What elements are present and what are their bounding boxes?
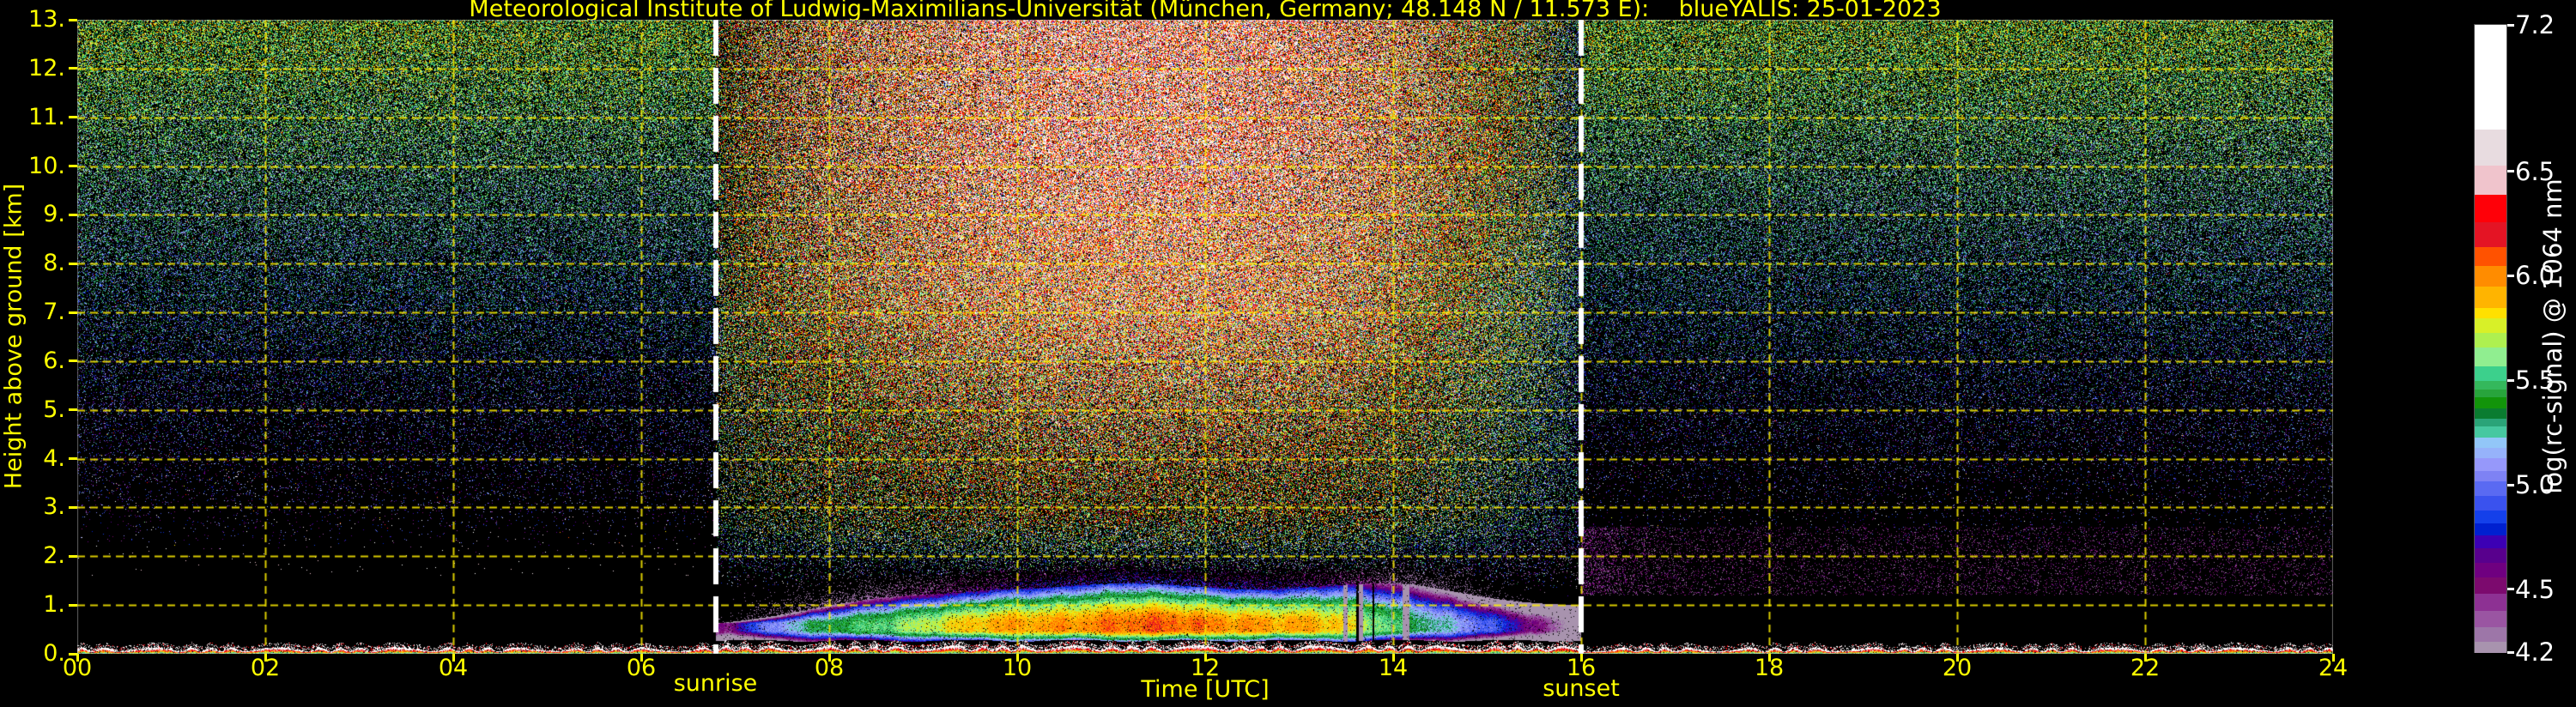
- y-tick-label: 5.: [43, 396, 65, 423]
- colorbar-tick: [2507, 378, 2514, 382]
- colorbar-band: [2475, 535, 2506, 548]
- colorbar-tick: [2507, 483, 2514, 486]
- colorbar-tick-label: 7.2: [2515, 10, 2555, 39]
- y-axis-tick: [69, 360, 77, 363]
- colorbar-tick-label: 4.5: [2515, 574, 2555, 604]
- colorbar-band: [2475, 317, 2506, 333]
- y-tick-label: 12.: [28, 54, 65, 82]
- colorbar-band: [2475, 447, 2506, 458]
- colorbar-tick: [2507, 650, 2514, 654]
- y-tick-label: 1.: [43, 591, 65, 619]
- colorbar-band: [2475, 495, 2506, 511]
- colorbar-band: [2475, 562, 2506, 577]
- y-tick-label: 9.: [43, 201, 65, 228]
- y-axis-tick: [69, 18, 77, 21]
- colorbar-band: [2475, 366, 2506, 381]
- lidar-heatmap-canvas: [77, 20, 2333, 654]
- y-axis-tick: [69, 505, 77, 509]
- y-tick-label: 8.: [43, 250, 65, 277]
- sunrise-label: sunrise: [673, 670, 758, 697]
- colorbar-band: [2475, 480, 2506, 496]
- y-tick-label: 4.: [43, 444, 65, 472]
- colorbar-band: [2475, 194, 2506, 222]
- colorbar-band: [2475, 593, 2506, 611]
- y-tick-label: 10.: [28, 152, 65, 179]
- y-tick-label: 13.: [28, 6, 65, 33]
- y-axis-label: Height above ground [km]: [0, 183, 27, 490]
- y-axis-tick: [69, 652, 77, 656]
- y-axis-tick: [69, 408, 77, 412]
- colorbar-band: [2475, 396, 2506, 408]
- y-tick-label: 7.: [43, 299, 65, 326]
- colorbar-tick: [2507, 274, 2514, 277]
- chart-title: Meteorological Institute of Ludwig-Maxim…: [469, 0, 1942, 22]
- y-axis-tick: [69, 116, 77, 119]
- colorbar-band: [2475, 610, 2506, 628]
- x-axis-label: Time [UTC]: [1141, 676, 1270, 703]
- colorbar-band: [2475, 418, 2506, 427]
- colorbar-band: [2475, 522, 2506, 536]
- colorbar-band: [2475, 129, 2506, 166]
- y-axis-tick: [69, 311, 77, 314]
- colorbar-band: [2475, 626, 2506, 643]
- colorbar-band: [2475, 265, 2506, 287]
- colorbar-band: [2475, 306, 2506, 318]
- y-tick-label: 6.: [43, 347, 65, 374]
- colorbar-band: [2475, 25, 2506, 130]
- colorbar-axis-label: log(rc-signal) @ 1064 nm: [2538, 178, 2567, 494]
- y-tick-label: 3.: [43, 493, 65, 521]
- colorbar-band: [2475, 347, 2506, 366]
- colorbar-band: [2475, 165, 2506, 195]
- colorbar-band: [2475, 577, 2506, 595]
- colorbar-tick-label: 4.2: [2515, 638, 2555, 667]
- colorbar-band: [2475, 470, 2506, 481]
- y-tick-label: 11.: [28, 103, 65, 130]
- colorbar-band: [2475, 221, 2506, 247]
- sunset-label: sunset: [1543, 675, 1620, 702]
- y-axis-tick: [69, 213, 77, 216]
- y-tick-label: 2.: [43, 542, 65, 570]
- y-axis-tick: [69, 165, 77, 168]
- y-axis-tick: [69, 67, 77, 70]
- colorbar-band: [2475, 547, 2506, 563]
- colorbar-band: [2475, 457, 2506, 471]
- lidar-quicklook-figure: Meteorological Institute of Ludwig-Maxim…: [0, 0, 2576, 707]
- colorbar-band: [2475, 246, 2506, 266]
- y-axis-tick: [69, 262, 77, 265]
- colorbar-band: [2475, 426, 2506, 438]
- colorbar-band: [2475, 286, 2506, 308]
- colorbar-band: [2475, 380, 2506, 390]
- colorbar-band: [2475, 641, 2506, 653]
- colorbar-band: [2475, 437, 2506, 448]
- colorbar-band: [2475, 388, 2506, 398]
- y-axis-tick: [69, 457, 77, 461]
- y-tick-label: 0.: [43, 640, 65, 667]
- colorbar-band: [2475, 332, 2506, 347]
- colorbar-tick: [2507, 588, 2514, 591]
- colorbar-tick: [2507, 23, 2514, 27]
- colorbar-band: [2475, 510, 2506, 523]
- colorbar-tick: [2507, 170, 2514, 173]
- y-axis-tick: [69, 603, 77, 607]
- colorbar-band: [2475, 407, 2506, 419]
- y-axis-tick: [69, 554, 77, 558]
